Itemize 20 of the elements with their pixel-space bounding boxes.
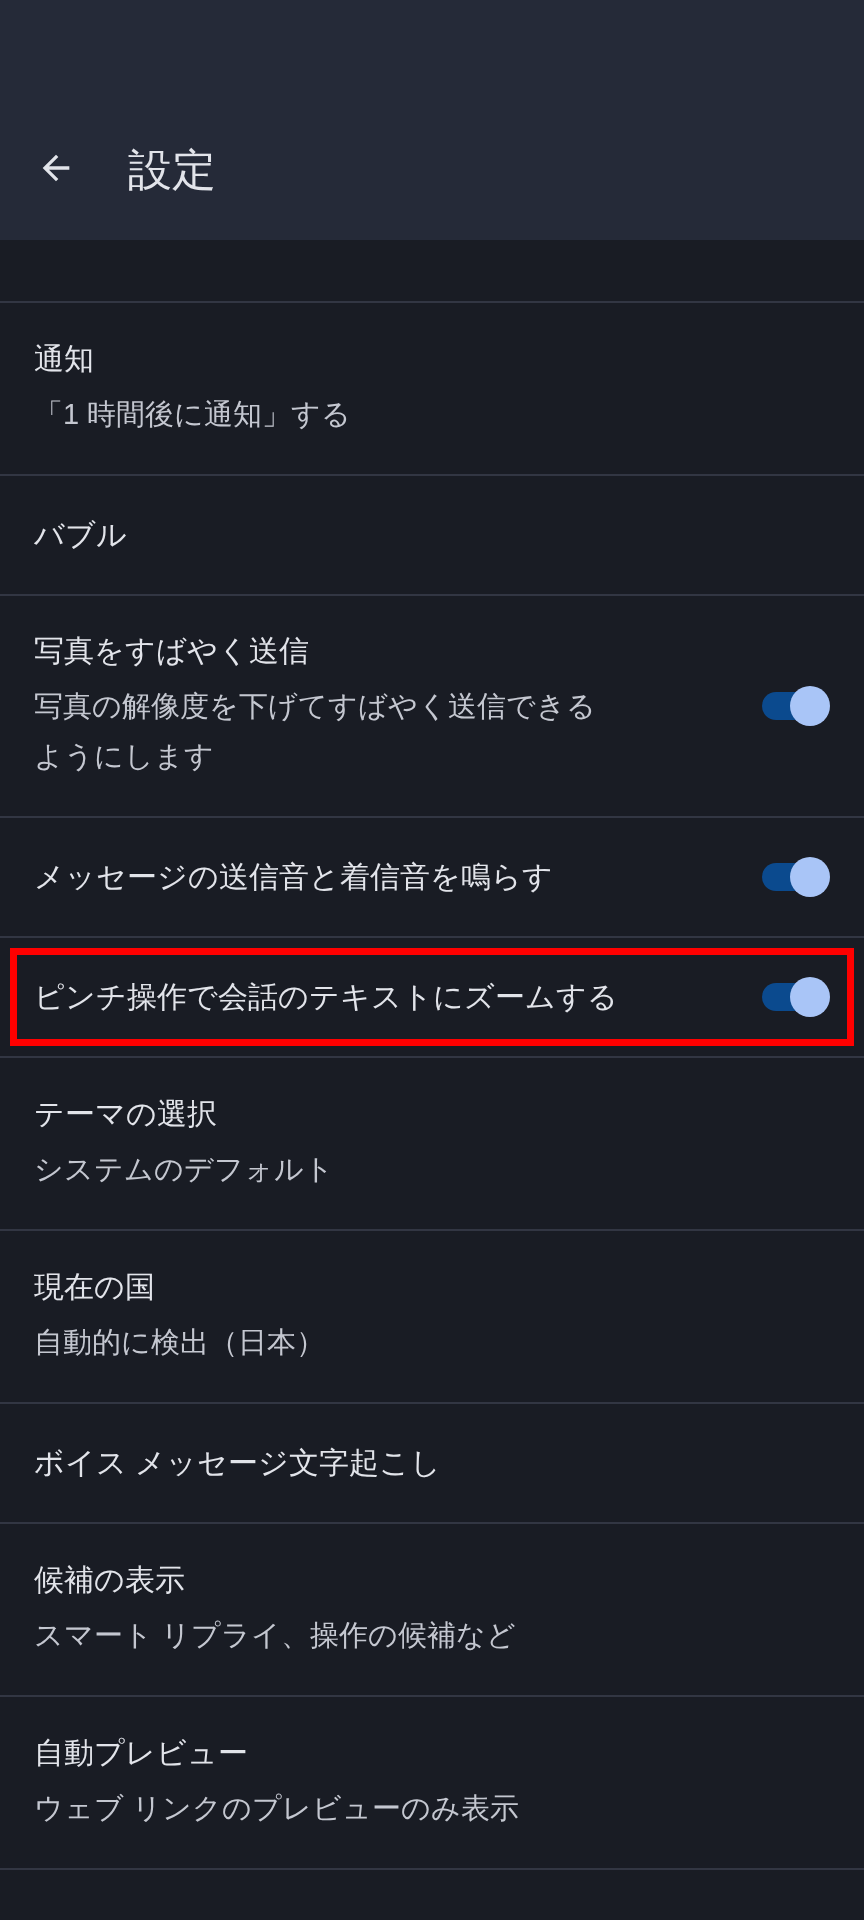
setting-title: 現在の国 <box>34 1268 156 1305</box>
setting-title: ピンチ操作で会話のテキストにズームする <box>34 979 619 1015</box>
setting-title: 候補の表示 <box>34 1561 186 1598</box>
setting-title: テーマの選択 <box>34 1095 218 1132</box>
screen-title: 設定 <box>128 148 216 192</box>
setting-description: スマート リプライ、操作の候補など <box>34 1617 518 1653</box>
toggle-switch[interactable] <box>762 857 830 897</box>
setting-description: 写真の解像度を下げてすばやく送信できるようにします <box>34 689 597 774</box>
setting-title: 通知 <box>34 340 95 377</box>
toggle-switch[interactable] <box>762 686 830 726</box>
setting-description: 自動的に検出（日本） <box>34 1324 326 1360</box>
setting-description: ウェブ リンクのプレビューのみ表示 <box>34 1790 521 1826</box>
setting-title: 写真をすばやく送信 <box>34 633 310 669</box>
setting-title: 自動プレビュー <box>34 1734 249 1771</box>
setting-description: 「1 時間後に通知」する <box>34 396 353 432</box>
toggle-switch[interactable] <box>762 977 830 1017</box>
setting-description: システムのデフォルト <box>34 1151 335 1187</box>
setting-title: ボイス メッセージ文字起こし <box>34 1445 443 1481</box>
setting-title: バブル <box>34 517 128 553</box>
setting-title: メッセージの送信音と着信音を鳴らす <box>34 859 554 895</box>
